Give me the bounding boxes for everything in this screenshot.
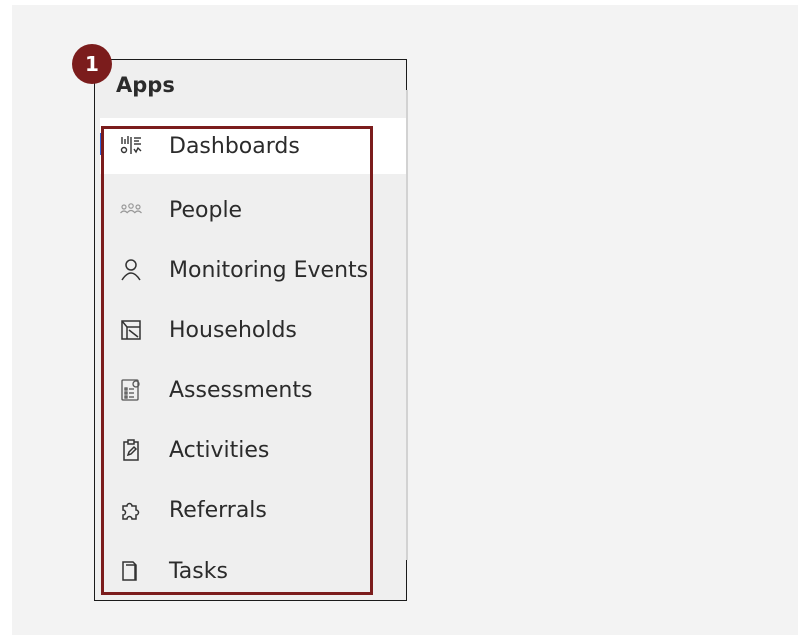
menu-item-assessments[interactable]: Assessments xyxy=(100,362,406,418)
callout-badge: 1 xyxy=(72,44,112,84)
menu-item-label: People xyxy=(169,197,243,223)
assessment-icon xyxy=(118,377,144,403)
menu-item-label: Tasks xyxy=(169,558,228,584)
dashboard-icon xyxy=(118,133,144,159)
household-icon xyxy=(118,317,144,343)
menu-item-label: Monitoring Events xyxy=(169,257,369,283)
apps-panel: Apps Dashboards People Monitoring Events… xyxy=(94,59,408,601)
menu-item-tasks[interactable]: Tasks xyxy=(100,543,406,599)
scrollbar[interactable] xyxy=(406,90,408,560)
tasks-icon xyxy=(118,558,144,584)
people-icon xyxy=(118,197,144,223)
menu-item-people[interactable]: People xyxy=(100,182,406,238)
menu-item-referrals[interactable]: Referrals xyxy=(100,482,406,538)
menu-item-dashboards[interactable]: Dashboards xyxy=(100,118,406,174)
menu-item-households[interactable]: Households xyxy=(100,302,406,358)
panel-title: Apps xyxy=(116,73,175,97)
clipboard-icon xyxy=(118,437,144,463)
person-icon xyxy=(118,257,144,283)
menu-item-label: Activities xyxy=(169,437,270,463)
menu-item-label: Referrals xyxy=(169,497,267,523)
menu-item-activities[interactable]: Activities xyxy=(100,422,406,478)
puzzle-icon xyxy=(118,497,144,523)
menu-item-label: Households xyxy=(169,317,297,343)
menu-item-monitoring-events[interactable]: Monitoring Events xyxy=(100,242,406,298)
menu-item-label: Dashboards xyxy=(169,133,300,159)
menu-item-label: Assessments xyxy=(169,377,313,403)
